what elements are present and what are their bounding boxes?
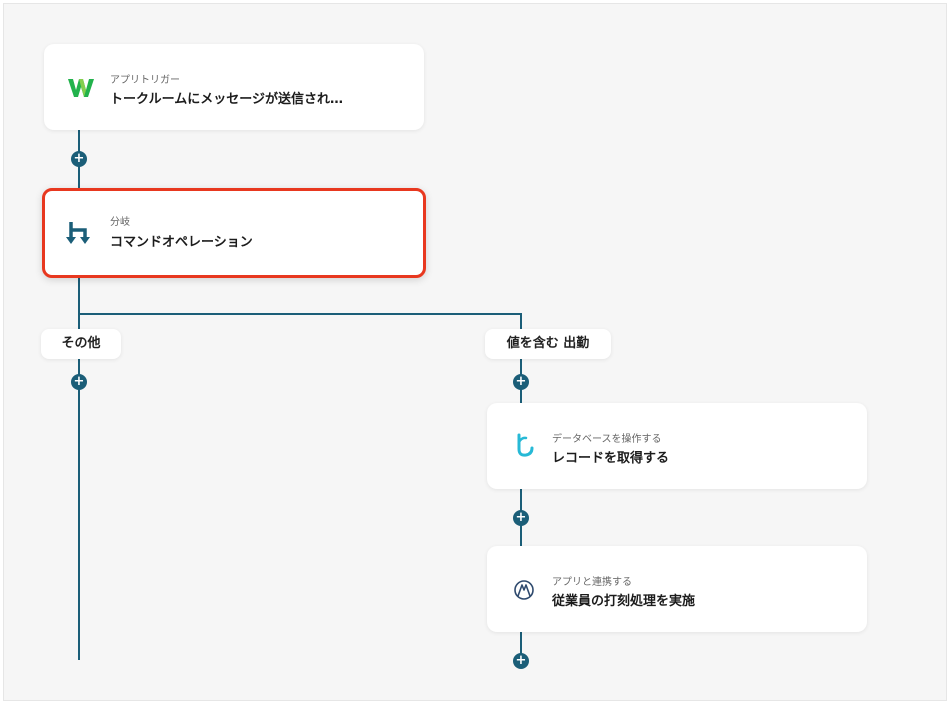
- branch-label-other[interactable]: その他: [41, 329, 121, 359]
- trigger-subtitle: アプリトリガー: [110, 75, 180, 86]
- app-logo-icon: [509, 575, 539, 605]
- w-logo-icon: [66, 73, 96, 103]
- add-step-button[interactable]: +: [513, 653, 529, 669]
- database-subtitle: データベースを操作する: [552, 434, 662, 445]
- trigger-card[interactable]: アプリトリガー トークルームにメッセージが送信され…: [44, 44, 424, 130]
- app-integration-card[interactable]: アプリと連携する 従業員の打刻処理を実施: [487, 546, 867, 632]
- branch-card[interactable]: 分岐 コマンドオペレーション: [42, 188, 426, 278]
- branch-title: コマンドオペレーション: [110, 235, 253, 250]
- branch-label-contains[interactable]: 値を含む 出勤: [485, 329, 611, 359]
- add-step-button[interactable]: +: [513, 510, 529, 526]
- database-icon: [509, 431, 539, 461]
- add-step-button[interactable]: +: [513, 374, 529, 390]
- add-step-button[interactable]: +: [71, 374, 87, 390]
- add-step-button[interactable]: +: [71, 151, 87, 167]
- database-title: レコードを取得する: [552, 451, 670, 466]
- trigger-title: トークルームにメッセージが送信され…: [110, 92, 343, 107]
- app-title: 従業員の打刻処理を実施: [552, 594, 696, 609]
- branch-subtitle: 分岐: [110, 217, 130, 228]
- database-card[interactable]: データベースを操作する レコードを取得する: [487, 403, 867, 489]
- connector-line: [78, 313, 522, 315]
- app-subtitle: アプリと連携する: [552, 577, 632, 588]
- branch-icon: [65, 219, 95, 249]
